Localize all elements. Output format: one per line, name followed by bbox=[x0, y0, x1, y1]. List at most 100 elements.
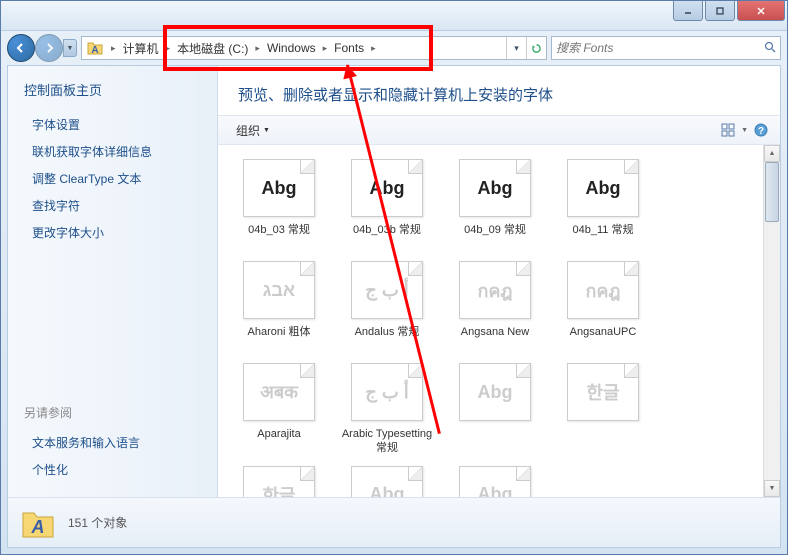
minimize-button[interactable] bbox=[673, 1, 703, 21]
sidebar-link-text-services[interactable]: 文本服务和输入语言 bbox=[24, 429, 201, 456]
font-label: Andalus 常规 bbox=[355, 325, 420, 353]
address-dropdown[interactable]: ▾ bbox=[506, 37, 526, 59]
font-thumbnail: أ ب ج bbox=[351, 261, 423, 319]
font-item[interactable]: Abg bbox=[336, 466, 438, 497]
refresh-button[interactable] bbox=[526, 37, 546, 59]
font-item[interactable]: أ ب ج Arabic Typesetting 常规 bbox=[336, 363, 438, 456]
page-fold-icon bbox=[624, 364, 638, 378]
status-count: 151 个对象 bbox=[68, 514, 127, 531]
chevron-right-icon[interactable]: ▸ bbox=[252, 43, 263, 54]
nav-history-dropdown[interactable]: ▼ bbox=[63, 39, 77, 57]
page-fold-icon bbox=[408, 364, 422, 378]
font-sample: Abg bbox=[370, 484, 405, 497]
view-options-button[interactable] bbox=[719, 121, 737, 139]
chevron-right-icon[interactable]: ▸ bbox=[163, 43, 174, 54]
sidebar-link-online-fonts[interactable]: 联机获取字体详细信息 bbox=[24, 138, 201, 165]
font-item[interactable]: Abg bbox=[444, 466, 546, 497]
content-area: 控制面板主页 字体设置 联机获取字体详细信息 调整 ClearType 文本 查… bbox=[8, 66, 780, 497]
font-item[interactable]: أ ب ج Andalus 常规 bbox=[336, 261, 438, 353]
forward-button[interactable] bbox=[35, 34, 63, 62]
font-thumbnail: กคฎ bbox=[459, 261, 531, 319]
font-item[interactable]: Abg04b_03 常规 bbox=[228, 159, 330, 251]
font-item[interactable]: กคฎAngsana New bbox=[444, 261, 546, 353]
font-item[interactable]: Abg04b_09 常规 bbox=[444, 159, 546, 251]
sidebar-link-cleartype[interactable]: 调整 ClearType 文本 bbox=[24, 165, 201, 192]
font-sample: 한글 bbox=[262, 482, 295, 497]
font-sample: אבג bbox=[263, 280, 295, 301]
window-body: 控制面板主页 字体设置 联机获取字体详细信息 调整 ClearType 文本 查… bbox=[7, 65, 781, 548]
page-fold-icon bbox=[624, 160, 638, 174]
chevron-right-icon[interactable]: ▸ bbox=[108, 43, 119, 54]
organize-button[interactable]: 组织 ▼ bbox=[228, 119, 278, 142]
font-sample: กคฎ bbox=[585, 276, 620, 305]
sidebar-link-personalization[interactable]: 个性化 bbox=[24, 456, 201, 483]
font-item[interactable]: अबकAparajita bbox=[228, 363, 330, 456]
page-fold-icon bbox=[516, 467, 530, 481]
font-label: Arabic Typesetting 常规 bbox=[336, 427, 438, 456]
font-sample: Abg bbox=[478, 382, 513, 403]
sidebar-link-font-settings[interactable]: 字体设置 bbox=[24, 111, 201, 138]
font-label: Aharoni 粗体 bbox=[248, 325, 311, 353]
font-item[interactable]: 한글 bbox=[228, 466, 330, 497]
organize-label: 组织 bbox=[236, 122, 260, 139]
scroll-thumb[interactable] bbox=[765, 162, 779, 222]
scroll-down-button[interactable]: ▼ bbox=[764, 480, 780, 497]
font-item[interactable]: Abg bbox=[444, 363, 546, 456]
font-thumbnail: Abg bbox=[459, 466, 531, 497]
crumb-fonts[interactable]: Fonts bbox=[330, 37, 368, 59]
statusbar: A 151 个对象 bbox=[8, 497, 780, 547]
sidebar: 控制面板主页 字体设置 联机获取字体详细信息 调整 ClearType 文本 查… bbox=[8, 66, 218, 497]
svg-text:A: A bbox=[31, 517, 45, 537]
crumb-drive-c[interactable]: 本地磁盘 (C:) bbox=[173, 37, 252, 59]
scrollbar[interactable]: ▲ ▼ bbox=[763, 145, 780, 497]
close-button[interactable] bbox=[737, 1, 785, 21]
font-sample: أ ب ج bbox=[365, 382, 409, 403]
font-thumbnail: Abg bbox=[351, 466, 423, 497]
font-sample: Abg bbox=[478, 484, 513, 497]
font-sample: กคฎ bbox=[477, 276, 512, 305]
font-item[interactable]: Abg04b_03b 常规 bbox=[336, 159, 438, 251]
svg-text:?: ? bbox=[758, 126, 764, 137]
maximize-button[interactable] bbox=[705, 1, 735, 21]
page-fold-icon bbox=[300, 467, 314, 481]
chevron-right-icon[interactable]: ▸ bbox=[368, 43, 379, 54]
page-title: 预览、删除或者显示和隐藏计算机上安装的字体 bbox=[238, 84, 760, 105]
search-box[interactable] bbox=[551, 36, 781, 60]
font-thumbnail: Abg bbox=[351, 159, 423, 217]
scroll-up-button[interactable]: ▲ bbox=[764, 145, 780, 162]
font-thumbnail: กคฎ bbox=[567, 261, 639, 319]
page-fold-icon bbox=[300, 262, 314, 276]
page-fold-icon bbox=[300, 364, 314, 378]
titlebar bbox=[1, 1, 787, 31]
font-thumbnail: אבג bbox=[243, 261, 315, 319]
font-grid: Abg04b_03 常规Abg04b_03b 常规Abg04b_09 常规Abg… bbox=[218, 145, 763, 497]
crumb-windows[interactable]: Windows bbox=[263, 37, 320, 59]
address-bar: ▼ A ▸ 计算机 ▸ 本地磁盘 (C:) ▸ Windows ▸ Fonts … bbox=[1, 31, 787, 65]
sidebar-title[interactable]: 控制面板主页 bbox=[24, 80, 201, 99]
sidebar-link-font-size[interactable]: 更改字体大小 bbox=[24, 219, 201, 246]
font-thumbnail: अबक bbox=[243, 363, 315, 421]
breadcrumb-bar[interactable]: A ▸ 计算机 ▸ 本地磁盘 (C:) ▸ Windows ▸ Fonts ▸ … bbox=[81, 36, 547, 60]
search-icon[interactable] bbox=[764, 41, 776, 56]
search-input[interactable] bbox=[556, 41, 764, 55]
chevron-down-icon[interactable]: ▼ bbox=[737, 127, 752, 134]
page-fold-icon bbox=[516, 160, 530, 174]
font-label: 04b_09 常规 bbox=[464, 223, 526, 251]
font-item[interactable]: กคฎAngsanaUPC bbox=[552, 261, 654, 353]
sidebar-link-find-char[interactable]: 查找字符 bbox=[24, 192, 201, 219]
font-item[interactable]: אבג Aharoni 粗体 bbox=[228, 261, 330, 353]
page-fold-icon bbox=[516, 262, 530, 276]
back-button[interactable] bbox=[7, 34, 35, 62]
font-item[interactable]: Abg04b_11 常规 bbox=[552, 159, 654, 251]
toolbar: 组织 ▼ ▼ ? bbox=[218, 115, 780, 145]
font-item[interactable]: 한글 bbox=[552, 363, 654, 456]
crumb-computer[interactable]: 计算机 bbox=[119, 37, 163, 59]
scroll-track[interactable] bbox=[764, 162, 780, 480]
svg-text:A: A bbox=[91, 45, 98, 56]
font-label: 04b_03 常规 bbox=[248, 223, 310, 251]
help-button[interactable]: ? bbox=[752, 121, 770, 139]
chevron-right-icon[interactable]: ▸ bbox=[320, 43, 331, 54]
font-sample: Abg bbox=[586, 178, 621, 199]
page-fold-icon bbox=[300, 160, 314, 174]
chevron-down-icon: ▼ bbox=[263, 127, 270, 134]
